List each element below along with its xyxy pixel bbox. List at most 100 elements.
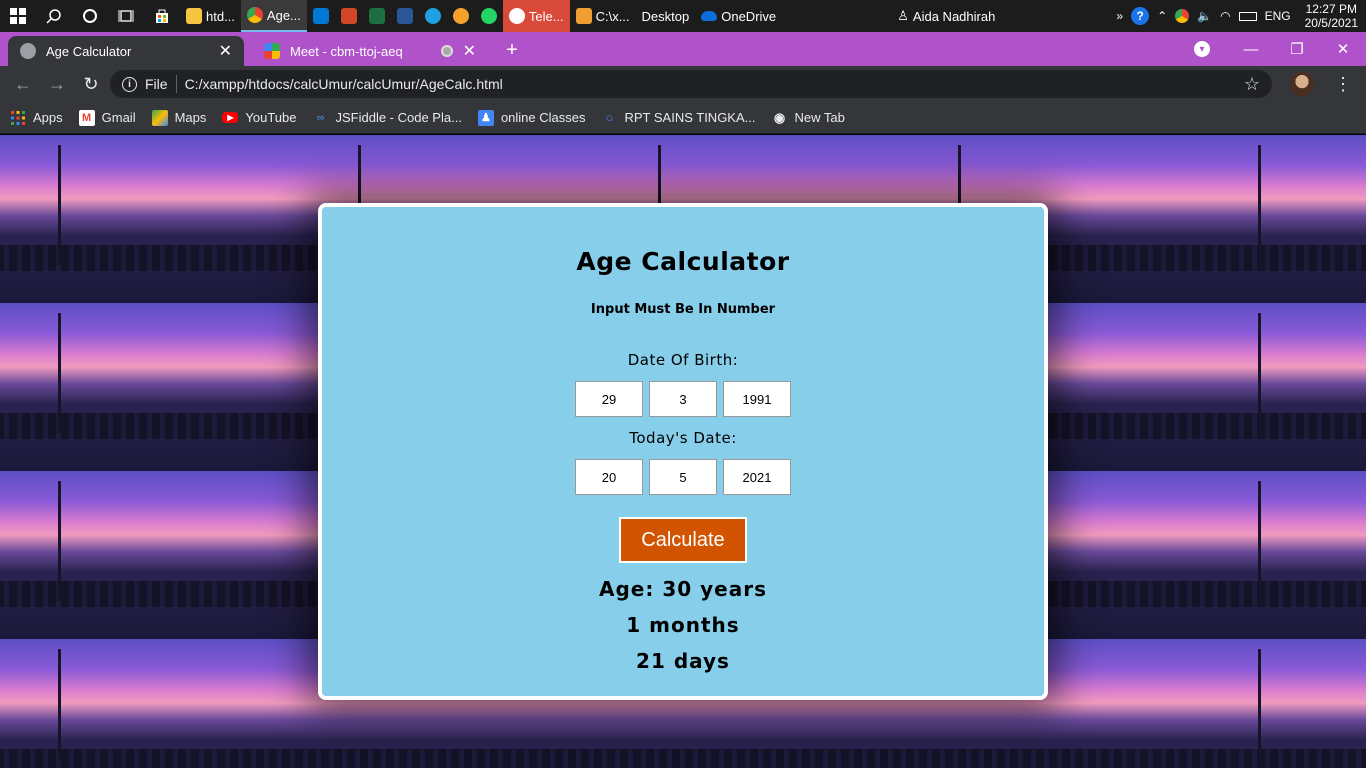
clock-date: 20/5/2021 (1304, 16, 1359, 30)
windows-taskbar: htd... Age... Tele... C:\x... Desktop On… (0, 0, 1366, 32)
info-icon[interactable]: i (122, 76, 137, 92)
gmail-icon: M (78, 109, 95, 126)
minimize-icon[interactable]: — (1228, 41, 1274, 58)
chevron-up-icon[interactable]: ⌃ (1157, 9, 1167, 23)
close-window-icon[interactable]: ✕ (1320, 40, 1366, 58)
bookmark-gmail[interactable]: M Gmail (78, 109, 136, 126)
taskbar-app-telegram[interactable]: Tele... (502, 0, 570, 32)
bookmark-online-classes[interactable]: ♟ online Classes (477, 109, 585, 126)
battery-icon[interactable] (1238, 11, 1257, 21)
tab-title: Age Calculator (46, 43, 132, 59)
tab-age-calculator[interactable]: Age Calculator ✕ (8, 36, 244, 66)
dob-month-input[interactable] (649, 381, 717, 417)
chrome-tray-icon[interactable] (1175, 9, 1190, 23)
windows-start-icon[interactable] (0, 0, 36, 32)
browser-icon (452, 8, 469, 24)
bookmark-apps[interactable]: Apps (10, 110, 63, 126)
taskbar-app-whatsapp[interactable] (475, 0, 503, 32)
edge-icon (424, 8, 441, 24)
bookmarks-bar: Apps M Gmail Maps ▶ YouTube ∞ JSFiddle - Co… (0, 102, 1366, 134)
bookmark-star-icon[interactable]: ☆ (1244, 74, 1260, 95)
taskbar-app-explorer[interactable]: htd... (180, 0, 241, 32)
language-indicator[interactable]: ENG (1265, 9, 1291, 23)
today-inputs (322, 459, 1044, 495)
powerpoint-icon (340, 8, 357, 24)
restore-icon[interactable]: ❐ (1274, 40, 1320, 58)
tab-search-icon[interactable]: ▾ (1194, 41, 1210, 57)
result-months: 1 months (626, 613, 740, 637)
page-viewport: Age Calculator Input Must Be In Number D… (0, 135, 1366, 768)
today-month-input[interactable] (649, 459, 717, 495)
dob-year-input[interactable] (723, 381, 791, 417)
taskbar-desktop-toolbar[interactable]: Desktop (636, 0, 696, 32)
result-years: Age: 30 years (599, 577, 767, 601)
tab-meet[interactable]: Meet - cbm-ttoj-aeq ✕ (252, 36, 488, 66)
taskbar-app-powerpoint[interactable] (335, 0, 363, 32)
clock-time: 12:27 PM (1305, 2, 1357, 16)
globe-icon: ◉ (773, 109, 786, 125)
onedrive-icon (701, 11, 718, 21)
dob-label: Date Of Birth: (627, 351, 739, 369)
store-icon[interactable] (144, 0, 180, 32)
browser-toolbar: ← → ↻ i File C:/xampp/htdocs/calcUmur/ca… (0, 66, 1366, 102)
user-icon: ♙ (897, 8, 909, 23)
taskbar-user[interactable]: ♙ Aida Nadhirah (891, 0, 1001, 32)
chevron-overflow-icon[interactable]: » (1116, 9, 1123, 23)
taskbar-clock[interactable]: 12:27 PM 20/5/2021 (1297, 2, 1366, 30)
tab-title: Meet - cbm-ttoj-aeq (290, 43, 403, 59)
wifi-icon[interactable]: ◠ (1220, 9, 1230, 23)
menu-kebab-icon[interactable]: ⋮ (1328, 69, 1358, 99)
bookmark-new-tab[interactable]: ◉ New Tab (771, 109, 845, 126)
profile-avatar[interactable] (1290, 72, 1314, 96)
taskbar-app-sublime[interactable]: C:\x... (570, 0, 636, 32)
taskbar-app-word[interactable] (391, 0, 419, 32)
scheme-label: File (145, 76, 168, 92)
taskbar-app-edge[interactable] (419, 0, 447, 32)
chrome-icon (246, 7, 263, 23)
taskbar-app-chrome[interactable]: Age... (240, 0, 307, 32)
dob-day-input[interactable] (575, 381, 643, 417)
address-bar[interactable]: i File C:/xampp/htdocs/calcUmur/calcUmur… (110, 70, 1272, 98)
bookmark-youtube[interactable]: ▶ YouTube (222, 110, 296, 125)
forward-icon[interactable]: → (42, 69, 72, 99)
excel-icon (368, 8, 385, 24)
globe-icon (20, 43, 36, 59)
word-icon (396, 8, 413, 24)
bookmark-maps[interactable]: Maps (151, 109, 206, 126)
help-icon[interactable]: ? (1131, 7, 1150, 25)
classroom-icon: ♟ (477, 109, 494, 126)
bookmark-rpt-sains[interactable]: ○ RPT SAINS TINGKA... (601, 110, 756, 126)
recording-icon (440, 45, 453, 57)
taskbar-app-mail[interactable] (307, 0, 335, 32)
close-tab-icon[interactable]: ✕ (219, 41, 232, 61)
meet-icon (264, 43, 280, 59)
taskbar-onedrive[interactable]: OneDrive (695, 0, 782, 32)
cortana-icon[interactable] (72, 0, 108, 32)
close-tab-icon[interactable]: ✕ (463, 41, 476, 61)
new-tab-button[interactable]: + (498, 36, 526, 64)
volume-icon[interactable]: 🔈 (1197, 9, 1212, 23)
taskbar-app-excel[interactable] (363, 0, 391, 32)
url-text[interactable]: C:/xampp/htdocs/calcUmur/calcUmur/AgeCal… (185, 76, 1236, 92)
task-view-icon[interactable] (108, 0, 144, 32)
today-day-input[interactable] (575, 459, 643, 495)
dob-inputs (322, 381, 1044, 417)
today-label: Today's Date: (629, 429, 737, 447)
folder-icon (186, 8, 202, 24)
taskbar-app-brave[interactable] (447, 0, 475, 32)
page-title: Age Calculator (576, 247, 790, 276)
apps-grid-icon (11, 110, 25, 125)
sublime-icon (575, 8, 592, 24)
result-days: 21 days (636, 649, 730, 673)
back-icon[interactable]: ← (8, 69, 38, 99)
search-icon: ○ (605, 110, 614, 125)
calculate-button[interactable]: Calculate (619, 517, 747, 563)
age-calculator-card: Age Calculator Input Must Be In Number D… (318, 203, 1048, 700)
search-icon[interactable] (36, 0, 72, 32)
youtube-icon: ▶ (222, 112, 239, 123)
bookmark-jsfiddle[interactable]: ∞ JSFiddle - Code Pla... (312, 110, 462, 126)
reload-icon[interactable]: ↻ (76, 69, 106, 99)
system-tray: » ? ⌃ 🔈 ◠ ENG (1110, 7, 1296, 25)
input-hint: Input Must Be In Number (590, 302, 776, 317)
today-year-input[interactable] (723, 459, 791, 495)
